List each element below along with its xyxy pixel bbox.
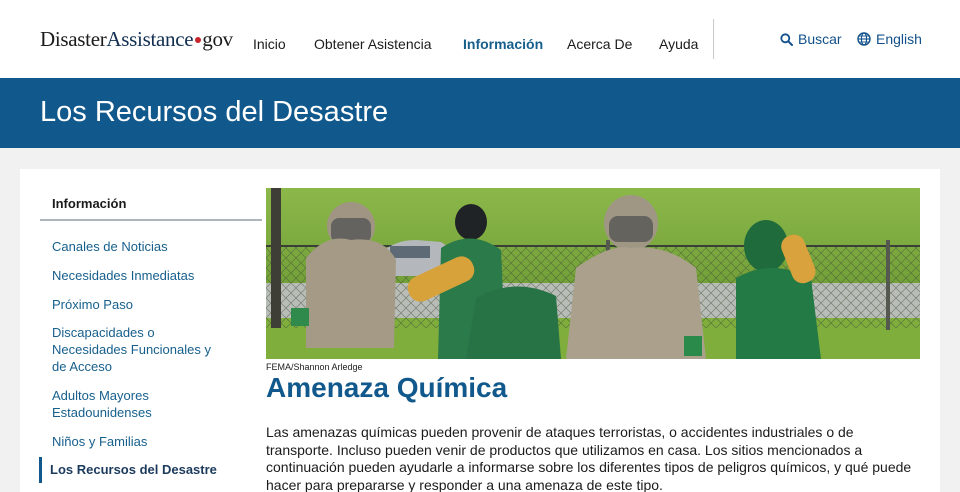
- sidebar-item-proximo-paso[interactable]: Próximo Paso: [52, 296, 232, 313]
- nav-obtener-asistencia[interactable]: Obtener Asistencia: [314, 36, 432, 52]
- nav-inicio[interactable]: Inicio: [253, 36, 286, 52]
- sidebar-item-los-recursos-del-desastre[interactable]: Los Recursos del Desastre: [50, 461, 250, 478]
- logo-dot: [195, 37, 202, 44]
- nav-informacion[interactable]: Información: [463, 36, 543, 52]
- banner-title: Los Recursos del Desastre: [40, 96, 389, 128]
- sidebar-item-canales-de-noticias[interactable]: Canales de Noticias: [52, 238, 232, 255]
- logo-part-gov: gov: [202, 27, 233, 51]
- site-logo[interactable]: DisasterAssistance gov: [40, 27, 233, 52]
- intro-paragraph: Las amenazas químicas pueden provenir de…: [266, 424, 912, 492]
- page-banner: Los Recursos del Desastre: [0, 78, 960, 148]
- sidebar-item-adultos-mayores[interactable]: Adultos Mayores Estadounidenses: [52, 387, 192, 421]
- sidebar-item-ninos-y-familias[interactable]: Niños y Familias: [52, 433, 232, 450]
- nav-divider: [713, 19, 714, 59]
- page-title: Amenaza Química: [266, 372, 508, 403]
- content-card: Información Canales de Noticias Necesida…: [20, 169, 940, 492]
- search-label: Buscar: [798, 31, 842, 47]
- image-credit: FEMA/Shannon Arledge: [266, 362, 363, 372]
- logo-part-disaster: Disaster: [40, 27, 107, 51]
- sidebar-item-necesidades-inmediatas[interactable]: Necesidades Inmediatas: [52, 267, 232, 284]
- sidebar-divider: [40, 219, 262, 221]
- sidebar-active-indicator: [39, 457, 42, 483]
- search-icon: [780, 32, 793, 46]
- sidebar-title: Información: [52, 196, 127, 211]
- nav-acerca-de[interactable]: Acerca De: [567, 36, 632, 52]
- site-header: DisasterAssistance gov Inicio Obtener Asi…: [0, 0, 960, 78]
- search-button[interactable]: Buscar: [780, 31, 842, 47]
- logo-part-assistance: Assistance: [106, 27, 194, 51]
- hero-image: [266, 188, 920, 359]
- language-toggle[interactable]: English: [857, 31, 922, 47]
- globe-icon: [857, 32, 871, 46]
- sidebar-item-discapacidades[interactable]: Discapacidades o Necesidades Funcionales…: [52, 324, 224, 375]
- nav-ayuda[interactable]: Ayuda: [659, 36, 698, 52]
- language-label: English: [876, 31, 922, 47]
